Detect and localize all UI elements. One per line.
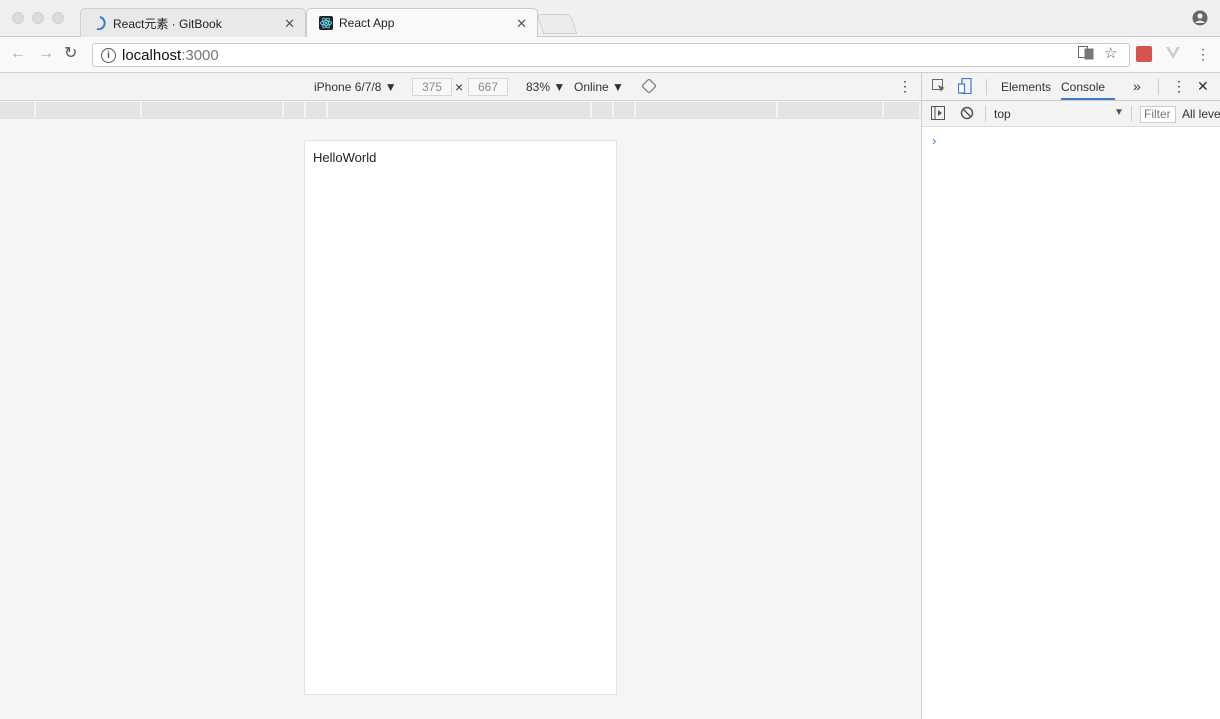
devtools-tabbar: Elements Console » ⋮ ✕ [922, 73, 1220, 101]
browser-toolbar: ← → ↻ i localhost :3000 ☆ ⋮ [0, 37, 1220, 73]
media-query-segment[interactable] [884, 102, 921, 118]
media-query-segment[interactable] [284, 102, 306, 118]
separator [986, 79, 987, 95]
extension-icon[interactable] [1136, 46, 1152, 62]
rotate-icon[interactable] [641, 78, 657, 97]
profile-icon[interactable] [1192, 10, 1208, 26]
device-toggle-icon[interactable] [957, 77, 972, 97]
context-select[interactable]: top [994, 107, 1011, 121]
forward-icon[interactable]: → [38, 46, 54, 62]
devtools-menu-icon[interactable]: ⋮ [1172, 78, 1186, 95]
media-query-segment[interactable] [636, 102, 778, 118]
loading-icon [93, 16, 107, 30]
url-port: :3000 [181, 46, 219, 64]
media-query-segment[interactable] [0, 102, 36, 118]
new-tab-button[interactable] [536, 14, 578, 34]
inspect-element-icon[interactable] [932, 79, 946, 96]
reload-icon[interactable]: ↻ [64, 46, 77, 62]
close-devtools-icon[interactable]: ✕ [1197, 78, 1209, 95]
console-toolbar: top ▼ Filter All leve [922, 101, 1220, 127]
menu-kebab-icon[interactable]: ⋮ [1196, 46, 1210, 62]
tab-title: React元素 · GitBook [113, 16, 222, 31]
more-tabs-icon[interactable]: » [1133, 78, 1141, 94]
tab-react-app[interactable]: React App ✕ [306, 8, 538, 38]
info-icon[interactable]: i [101, 47, 116, 63]
emulated-page: HelloWorld [304, 140, 617, 695]
context-dropdown-icon[interactable]: ▼ [1114, 107, 1124, 118]
close-tab-icon[interactable]: ✕ [284, 16, 295, 32]
separator [1158, 79, 1159, 95]
separator [1131, 106, 1132, 122]
device-select[interactable]: iPhone 6/7/8 ▼ [314, 80, 397, 94]
dimension-separator: × [455, 79, 464, 95]
media-query-segment[interactable] [778, 102, 884, 118]
url-host: localhost [122, 46, 182, 64]
vue-extension-icon[interactable] [1166, 46, 1180, 64]
close-window-button[interactable] [12, 12, 24, 24]
tab-console[interactable]: Console [1061, 80, 1115, 100]
media-query-segment[interactable] [142, 102, 284, 118]
tab-elements[interactable]: Elements [1001, 80, 1051, 94]
console-prompt[interactable]: › [932, 133, 936, 148]
devtools-panel: Elements Console » ⋮ ✕ top ▼ Filter All … [921, 73, 1220, 719]
width-field[interactable]: 375 [412, 78, 452, 96]
network-select[interactable]: Online ▼ [574, 80, 624, 94]
media-query-segment[interactable] [306, 102, 328, 118]
page-text: HelloWorld [313, 150, 377, 165]
maximize-window-button[interactable] [52, 12, 64, 24]
height-field[interactable]: 667 [468, 78, 508, 96]
log-levels-select[interactable]: All leve [1182, 107, 1220, 121]
sidebar-toggle-icon[interactable] [931, 106, 945, 123]
tab-strip: React元素 · GitBook ✕ React App ✕ [0, 0, 1220, 38]
media-query-segment[interactable] [328, 102, 592, 118]
device-toolbar: iPhone 6/7/8 ▼ 375 × 667 83% ▼ Online ▼ … [0, 73, 921, 101]
minimize-window-button[interactable] [32, 12, 44, 24]
console-filter-input[interactable]: Filter [1140, 106, 1176, 123]
bookmark-star-icon[interactable]: ☆ [1104, 46, 1117, 62]
media-query-segment[interactable] [592, 102, 614, 118]
tab-gitbook[interactable]: React元素 · GitBook ✕ [80, 8, 306, 37]
translate-icon[interactable] [1078, 46, 1094, 64]
clear-console-icon[interactable] [960, 106, 974, 123]
close-tab-icon[interactable]: ✕ [516, 16, 527, 32]
address-bar[interactable]: i localhost :3000 [92, 43, 1130, 67]
media-query-segment[interactable] [614, 102, 636, 118]
zoom-select[interactable]: 83% ▼ [526, 80, 565, 94]
device-viewport: HelloWorld [0, 119, 921, 719]
device-options-icon[interactable]: ⋮ [898, 78, 912, 95]
react-logo-icon [319, 16, 333, 30]
media-query-bar [0, 101, 921, 119]
tab-title: React App [339, 16, 395, 30]
back-icon[interactable]: ← [10, 46, 26, 62]
separator [985, 106, 986, 122]
media-query-segment[interactable] [36, 102, 142, 118]
